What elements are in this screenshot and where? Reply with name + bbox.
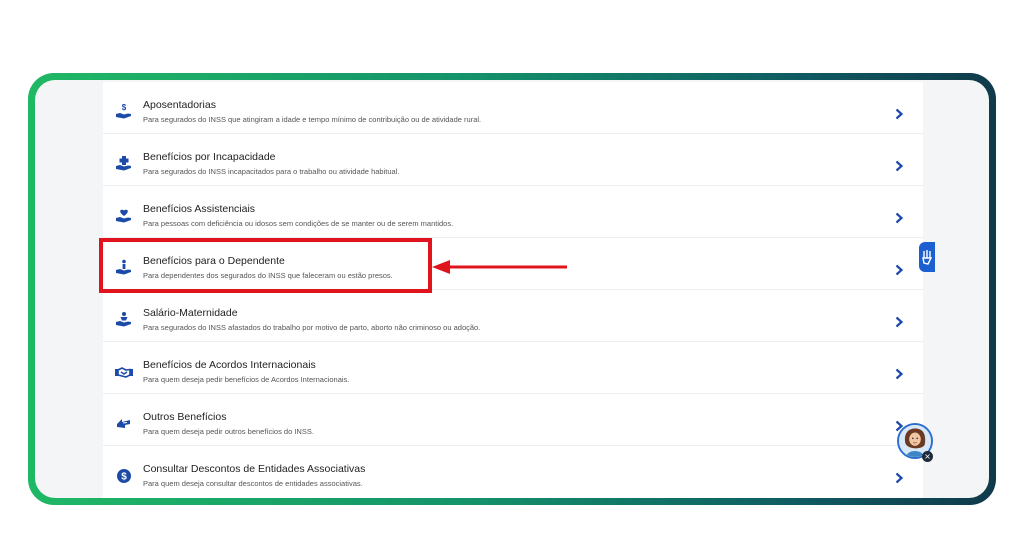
- highlight-box: [99, 238, 432, 293]
- chevron-right-icon[interactable]: [894, 472, 904, 484]
- dollar-circle-icon: $: [117, 469, 131, 483]
- service-title: Benefícios de Acordos Internacionais: [143, 359, 316, 371]
- hand-baby-icon: [116, 312, 131, 327]
- service-title: Salário-Maternidade: [143, 307, 238, 319]
- pointer-arrow: [432, 260, 567, 274]
- hand-medical-cross-icon: [116, 156, 131, 171]
- service-item-salario-maternidade[interactable]: Salário-Maternidade Para segurados do IN…: [103, 290, 923, 342]
- accessibility-hands-icon: [922, 250, 933, 265]
- hand-arrows-icon: [117, 419, 130, 428]
- hand-dollar-icon: $: [116, 103, 131, 119]
- service-title: Benefícios por Incapacidade: [143, 151, 276, 163]
- service-item-acordos-internacionais[interactable]: Benefícios de Acordos Internacionais Par…: [103, 342, 923, 394]
- svg-text:$: $: [122, 103, 127, 112]
- service-item-outros-beneficios[interactable]: Outros Benefícios Para quem deseja pedir…: [103, 394, 923, 446]
- chevron-right-icon[interactable]: [894, 368, 904, 380]
- service-title: Aposentadorias: [143, 99, 216, 111]
- service-item-aposentadorias[interactable]: $ Aposentadorias Para segurados do INSS …: [103, 82, 923, 134]
- chevron-right-icon[interactable]: [894, 316, 904, 328]
- service-item-beneficios-incapacidade[interactable]: Benefícios por Incapacidade Para segurad…: [103, 134, 923, 186]
- chevron-right-icon[interactable]: [894, 212, 904, 224]
- service-description: Para quem deseja pedir benefícios de Aco…: [143, 375, 350, 384]
- svg-text:$: $: [121, 472, 127, 483]
- hand-heart-icon: [116, 209, 131, 223]
- service-item-descontos-entidades[interactable]: $ Consultar Descontos de Entidades Assoc…: [103, 446, 923, 498]
- service-title: Benefícios Assistenciais: [143, 203, 256, 215]
- service-title: Outros Benefícios: [143, 411, 227, 423]
- close-icon[interactable]: ×: [922, 451, 933, 462]
- service-description: Para quem deseja pedir outros benefícios…: [143, 427, 314, 436]
- service-title: Consultar Descontos de Entidades Associa…: [143, 463, 366, 475]
- chevron-right-icon[interactable]: [894, 264, 904, 276]
- service-description: Para segurados do INSS afastados do trab…: [143, 323, 481, 332]
- service-description: Para pessoas com deficiência ou idosos s…: [143, 219, 454, 228]
- service-description: Para segurados do INSS incapacitados par…: [143, 167, 400, 176]
- chevron-right-icon[interactable]: [894, 160, 904, 172]
- service-description: Para segurados do INSS que atingiram a i…: [143, 115, 482, 124]
- service-description: Para quem deseja consultar descontos de …: [143, 479, 363, 488]
- accessibility-button[interactable]: [919, 242, 935, 272]
- handshake-icon: [115, 367, 133, 378]
- chevron-right-icon[interactable]: [894, 108, 904, 120]
- service-item-beneficios-assistenciais[interactable]: Benefícios Assistenciais Para pessoas co…: [103, 186, 923, 238]
